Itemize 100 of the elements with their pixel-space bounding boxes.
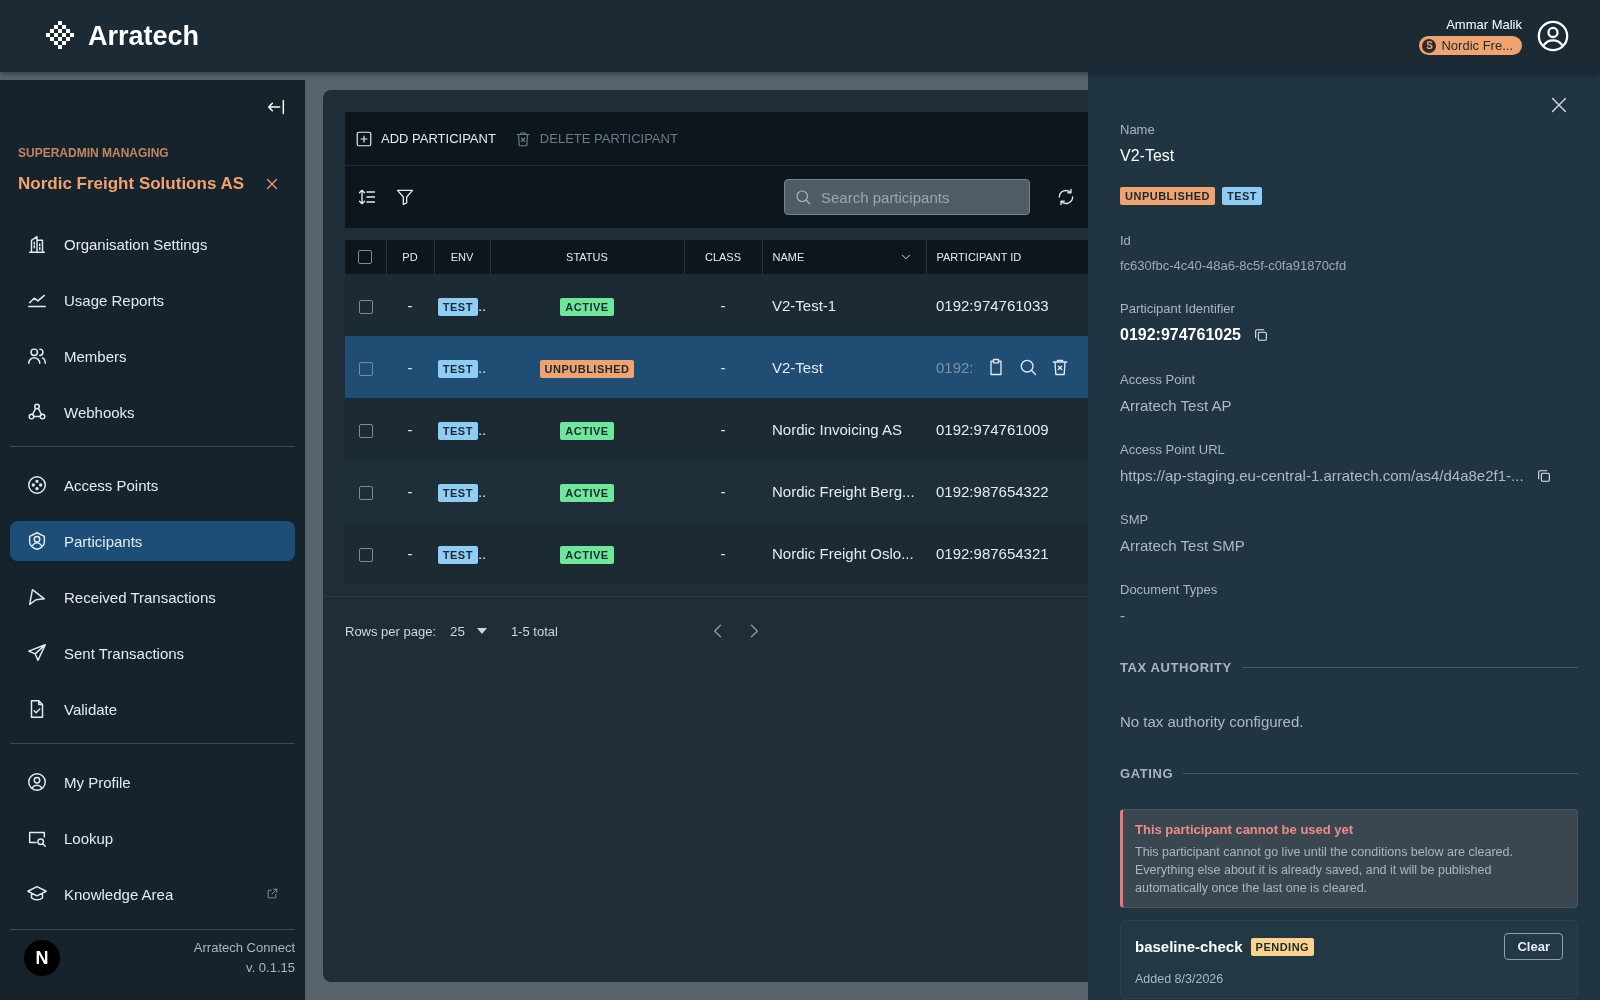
table-cell: 0192: — [936, 358, 974, 376]
sort-button[interactable] — [357, 187, 377, 207]
sidebar-item[interactable]: Received Transactions — [10, 577, 295, 617]
env-tag: TEST — [437, 483, 478, 502]
copy-button[interactable] — [1253, 327, 1269, 343]
table-cell: - — [720, 358, 726, 376]
avatar[interactable]: N — [24, 940, 60, 976]
field-label: Document Types — [1120, 582, 1219, 597]
row-checkbox[interactable] — [358, 485, 373, 500]
table-row[interactable]: - TEST .. ACTIVE - Nordic Invoicing AS 0192:974761009 — [345, 398, 1090, 460]
column-header[interactable]: STATUS — [566, 251, 608, 263]
row-checkbox[interactable] — [358, 547, 373, 562]
trash-icon — [513, 129, 532, 148]
user-circle-icon — [26, 771, 48, 793]
row-checkbox[interactable] — [358, 361, 373, 376]
column-header[interactable]: PARTICIPANT ID — [936, 251, 1022, 263]
copy-icon — [1535, 467, 1552, 484]
table-cell: 0192:987654322 — [936, 482, 1049, 500]
select-all-checkbox[interactable] — [358, 250, 373, 265]
status-tag: TEST — [1221, 187, 1263, 205]
field-value: Arratech Test AP — [1120, 397, 1233, 414]
table-cell: - — [407, 296, 413, 314]
version-text: v. 0.1.15 — [246, 959, 295, 977]
total-count: 1-5 total — [510, 623, 558, 639]
table-row[interactable]: - TEST .. UNPUBLISHED - V2-Test 0192: — [345, 336, 1090, 398]
sidebar-item[interactable]: Sent Transactions — [10, 633, 295, 673]
sidebar-item[interactable]: Access Points — [10, 465, 295, 505]
app-name: Arratech Connect — [193, 939, 295, 957]
paper-plane-icon — [26, 586, 48, 608]
table-cell: - — [407, 420, 413, 438]
column-header[interactable]: NAME — [772, 251, 805, 263]
organisation-chip[interactable]: S Nordic Fre... — [1419, 36, 1522, 55]
filter-button[interactable] — [395, 187, 415, 207]
env-tag: TEST — [437, 359, 478, 378]
status-tag: ACTIVE — [560, 483, 614, 502]
rows-per-page-select[interactable]: 25 — [450, 623, 487, 639]
empty-message: No tax authority configured. — [1120, 713, 1305, 730]
gating-name: baseline-check — [1135, 938, 1243, 955]
copy-button[interactable] — [1535, 467, 1552, 484]
sidebar-item[interactable]: Members — [10, 336, 295, 376]
field-value: 0192:974761025 — [1120, 326, 1241, 344]
table-cell: Nordic Freight Oslo... — [772, 544, 914, 562]
table-cell: - — [720, 296, 726, 314]
clear-button[interactable]: Clear — [1504, 933, 1563, 960]
status-tag: ACTIVE — [560, 297, 614, 316]
table-cell: - — [720, 420, 726, 438]
field-value: https://ap-staging.eu-central-1.arratech.com/as4/d4a8e2f1-... — [1120, 467, 1524, 484]
field-value: fc630fbc-4c40-48a6-8c5f-c0fa91870cfd — [1120, 258, 1348, 273]
external-link-icon — [266, 886, 279, 900]
env-tag: TEST — [437, 297, 478, 316]
added-date: Added 8/3/2026 — [1135, 972, 1225, 986]
sidebar-item[interactable]: My Profile — [10, 762, 295, 802]
table-cell: 0192:974761033 — [936, 296, 1049, 314]
sidebar-item[interactable]: Knowledge Area — [10, 874, 295, 914]
account-button[interactable] — [1536, 19, 1570, 53]
field-label: Name — [1120, 122, 1156, 137]
status-tag: UNPUBLISHED — [539, 359, 635, 378]
table-cell: - — [720, 482, 726, 500]
column-header[interactable]: PD — [402, 251, 418, 263]
field-label: Access Point URL — [1120, 442, 1226, 457]
status-tag: PENDING — [1250, 937, 1315, 956]
field-label: Access Point — [1120, 372, 1197, 387]
user-circle-icon — [1536, 19, 1570, 53]
table-cell: 0192:987654321 — [936, 544, 1049, 562]
table-cell: - — [407, 482, 413, 500]
section-label: SUPERADMIN MANAGING — [18, 146, 170, 160]
refresh-button[interactable] — [1056, 187, 1076, 207]
ellipsis-text: .. — [477, 482, 487, 500]
table-row[interactable]: - TEST .. ACTIVE - V2-Test-1 0192:974761033 — [345, 274, 1090, 336]
row-checkbox[interactable] — [358, 423, 373, 438]
table-row[interactable]: - TEST .. ACTIVE - Nordic Freight Berg... 0192:987654322 — [345, 460, 1090, 522]
column-header[interactable]: CLASS — [704, 251, 742, 263]
row-checkbox[interactable] — [358, 299, 373, 314]
sidebar-item[interactable]: Validate — [10, 689, 295, 729]
sidebar-item[interactable]: Usage Reports — [10, 280, 295, 320]
user-name: Ammar Malik — [1446, 17, 1522, 32]
table-cell: V2-Test — [772, 358, 823, 376]
sidebar-item[interactable]: Webhooks — [10, 392, 295, 432]
table-cell: Nordic Freight Berg... — [772, 482, 915, 500]
field-label: Participant Identifier — [1120, 301, 1236, 316]
send-icon — [26, 642, 48, 664]
search-field[interactable]: Search participants — [784, 179, 1030, 215]
table-row[interactable]: - TEST .. ACTIVE - Nordic Freight Oslo... 0192:987654321 — [345, 522, 1090, 584]
alert-title: This participant cannot be used yet — [1135, 822, 1355, 837]
alert-text: This participant cannot go live until the conditions below are cleared. Everything else about it is already saved, and it will be published automatically once the last one is cleared. — [1135, 844, 1514, 897]
add-button[interactable]: ADD PARTICIPANT — [355, 129, 496, 148]
sort-list-icon — [357, 187, 377, 207]
column-header[interactable]: ENV — [450, 251, 474, 263]
field-value: V2-Test — [1120, 147, 1176, 165]
circle-dots-icon — [26, 474, 48, 496]
env-tag: TEST — [437, 545, 478, 564]
sidebar-item[interactable]: Lookup — [10, 818, 295, 858]
refresh-icon — [1056, 187, 1076, 207]
status-tag: ACTIVE — [560, 545, 614, 564]
table-cell: - — [407, 358, 413, 376]
sidebar-item[interactable]: Organisation Settings — [10, 224, 295, 264]
sidebar-item[interactable]: Participants — [10, 521, 295, 561]
dropdown-caret-icon — [476, 628, 487, 634]
table-cell: V2-Test-1 — [772, 296, 837, 314]
logo-text: Arratech — [88, 20, 200, 52]
